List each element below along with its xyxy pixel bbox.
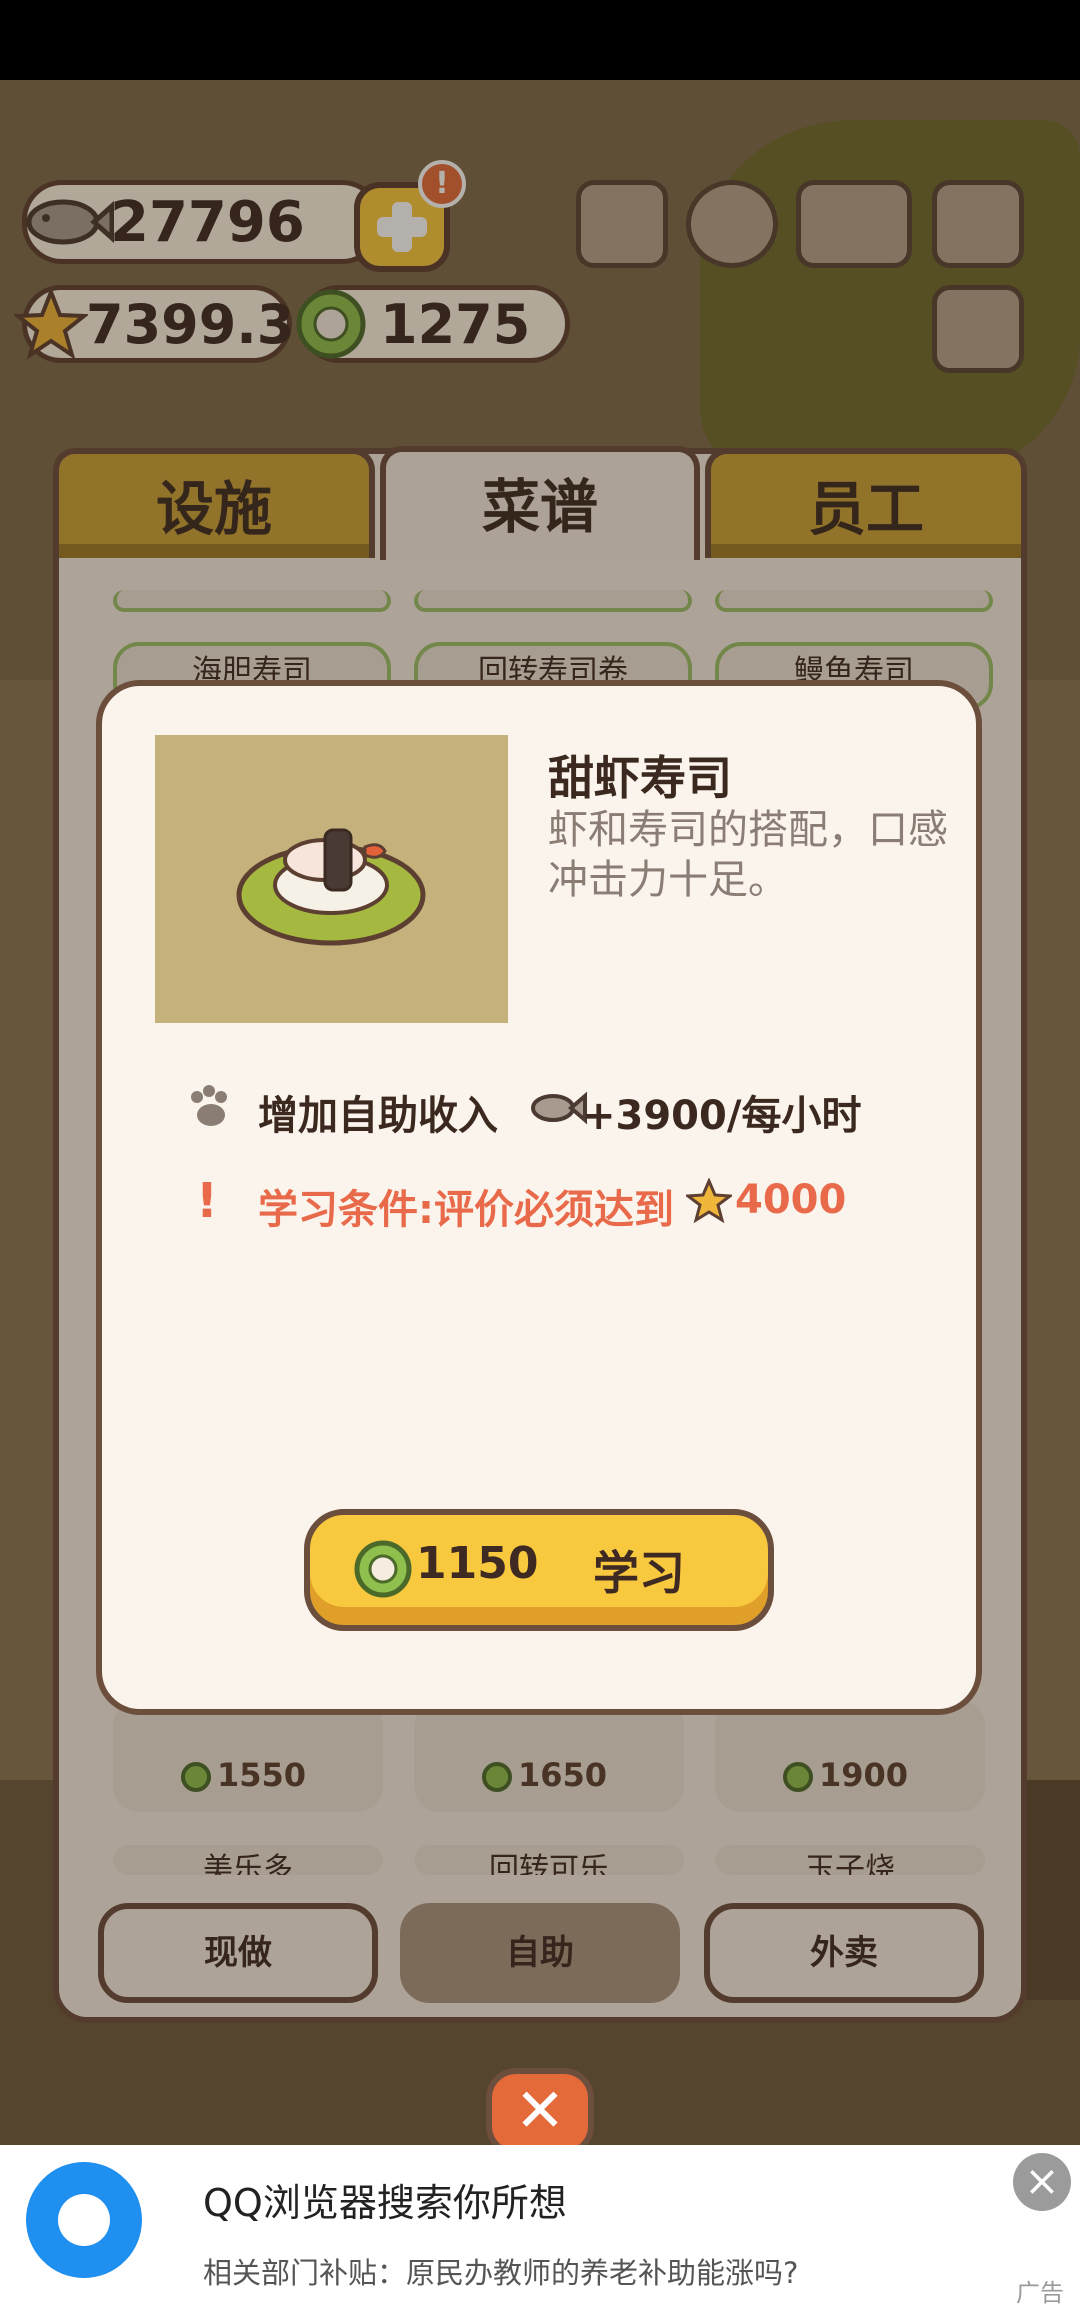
bonus-label: 增加自助收入 (258, 1093, 498, 1139)
learn-label: 学习 (593, 1546, 685, 1600)
star-icon (686, 1178, 732, 1224)
coin-icon (354, 1540, 412, 1598)
status-bar (0, 0, 1080, 80)
requirement-label: 学习条件:评价必须达到 (258, 1187, 674, 1233)
close-dialog-button[interactable]: ✕ (486, 2068, 594, 2156)
dish-image (155, 735, 508, 1023)
qq-browser-logo-inner (58, 2194, 110, 2246)
fish-icon (531, 1091, 587, 1125)
ad-tag: 广告 (1016, 2279, 1064, 2307)
learn-cost: 1150 (416, 1538, 539, 1589)
bonus-value: +3900/每小时 (582, 1093, 862, 1139)
ad-title[interactable]: QQ浏览器搜索你所想 (203, 2172, 567, 2227)
ad-subtitle[interactable]: 相关部门补贴：原民办教师的养老补助能涨吗? (203, 2250, 798, 2292)
dish-name: 甜虾寿司 (548, 751, 732, 805)
close-icon: × (1024, 2156, 1060, 2205)
exclamation-icon: ! (196, 1173, 218, 1229)
dish-description: 虾和寿司的搭配，口感冲击力十足。 (548, 807, 948, 903)
requirement-value: 4000 (735, 1177, 847, 1223)
paw-icon (191, 1085, 227, 1126)
ad-close-button[interactable]: × (1013, 2153, 1071, 2211)
close-icon: ✕ (514, 2076, 566, 2146)
sushi-illustration (236, 828, 426, 946)
